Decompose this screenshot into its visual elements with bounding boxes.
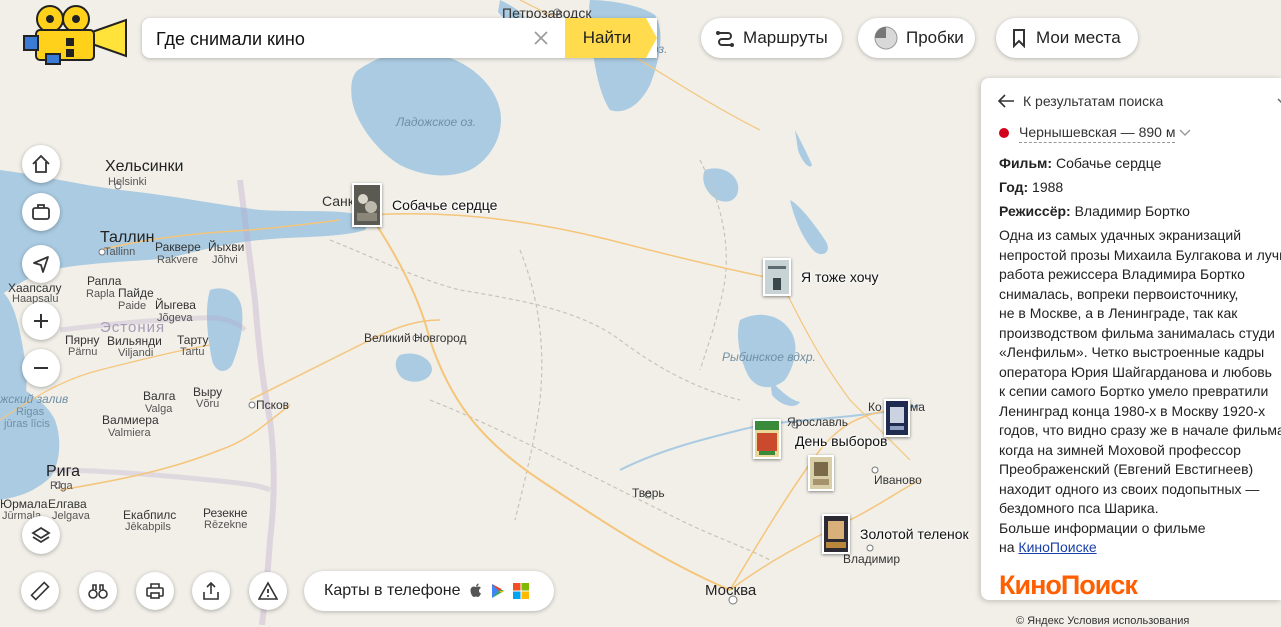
film-poster xyxy=(753,419,781,459)
film-poster xyxy=(808,455,834,491)
zoom-in-button[interactable] xyxy=(22,302,60,340)
kinopoisk-link[interactable]: КиноПоиске xyxy=(1018,539,1096,555)
zoom-out-icon xyxy=(34,367,48,369)
film-marker-yaroslavl-south[interactable] xyxy=(808,455,834,491)
film-poster xyxy=(822,514,850,554)
print-icon xyxy=(146,583,164,599)
clear-icon[interactable] xyxy=(529,26,553,50)
film-marker-sobachye-serdtse[interactable]: Собачье сердце xyxy=(352,183,497,227)
more-info-line: на КиноПоиске xyxy=(999,539,1097,555)
kinopoisk-logo[interactable]: КиноПоиск xyxy=(999,570,1138,600)
print-button[interactable] xyxy=(136,572,174,610)
routes-button[interactable]: Маршруты xyxy=(701,18,842,58)
search-bar: Найти xyxy=(142,18,657,60)
my-places-label: Мои места xyxy=(1036,28,1121,47)
film-marker-zolotoy-telenok[interactable]: Золотой теленок xyxy=(822,514,969,554)
apple-icon xyxy=(470,583,481,597)
chevron-down-icon xyxy=(1277,98,1281,104)
my-places-button[interactable]: Мои места xyxy=(996,18,1138,58)
binoculars-icon xyxy=(88,584,108,599)
metro-label: Чернышевская — 890 м xyxy=(1019,123,1176,144)
traffic-icon xyxy=(874,26,898,50)
locate-button[interactable] xyxy=(22,245,60,283)
work-button[interactable] xyxy=(22,193,60,231)
layers-icon xyxy=(31,526,51,544)
film-marker-ya-tozhe-hochu[interactable]: Я тоже хочу xyxy=(763,258,879,296)
back-arrow-icon xyxy=(997,94,1014,108)
year-field: Год: 1988 xyxy=(999,179,1064,195)
share-icon xyxy=(203,581,219,600)
film-poster xyxy=(884,399,910,437)
ruler-button[interactable] xyxy=(21,572,59,610)
marker-label: Собачье сердце xyxy=(392,197,498,213)
film-title: Собачье сердце xyxy=(1055,155,1162,171)
marker-label: День выборов xyxy=(795,433,888,449)
locate-icon xyxy=(33,256,49,273)
copyright[interactable]: © Яндекс Условия использования xyxy=(1016,615,1189,627)
marker-label: Я тоже хочу xyxy=(801,269,879,285)
home-button[interactable] xyxy=(22,145,60,183)
film-field: Фильм: Собачье сердце xyxy=(999,155,1162,171)
bookmark-icon xyxy=(1013,29,1025,48)
phone-promo-label: Карты в телефоне xyxy=(324,582,461,599)
film-director: Владимир Бортко xyxy=(1074,203,1190,219)
back-to-results-button[interactable]: К результатам поиска xyxy=(981,78,1281,124)
routes-icon xyxy=(716,31,734,47)
play-icon xyxy=(491,584,504,598)
layers-button[interactable] xyxy=(22,516,60,554)
warning-icon xyxy=(258,581,278,600)
home-icon xyxy=(32,154,50,173)
metro-dot-icon xyxy=(999,128,1009,138)
info-panel: К результатам поиска Чернышевская — 890 … xyxy=(981,78,1281,600)
report-button[interactable] xyxy=(249,572,287,610)
windows-icon xyxy=(512,583,529,599)
film-marker-kostroma[interactable] xyxy=(884,399,910,437)
zoom-out-button[interactable] xyxy=(22,349,60,387)
camera-logo-icon[interactable] xyxy=(22,4,132,66)
search-button[interactable]: Найти xyxy=(565,18,657,58)
more-info-text: Больше информации о фильме xyxy=(999,519,1206,536)
film-poster xyxy=(763,258,791,296)
marker-label: Золотой теленок xyxy=(860,526,969,542)
back-label: К результатам поиска xyxy=(1023,93,1164,109)
briefcase-icon xyxy=(32,204,50,220)
film-description: Одна из самых удачных экранизаций непрос… xyxy=(999,227,1281,516)
traffic-button[interactable]: Пробки xyxy=(858,18,975,58)
metro-station[interactable]: Чернышевская — 890 м xyxy=(999,123,1281,144)
ruler-icon xyxy=(30,581,50,601)
film-year: 1988 xyxy=(1032,179,1064,195)
film-poster xyxy=(352,183,382,227)
director-field: Режиссёр: Владимир Бортко xyxy=(999,203,1190,219)
traffic-label: Пробки xyxy=(906,28,964,47)
panorama-button[interactable] xyxy=(79,572,117,610)
zoom-in-icon xyxy=(34,314,48,328)
routes-label: Маршруты xyxy=(743,28,828,47)
search-input[interactable] xyxy=(142,18,538,60)
share-button[interactable] xyxy=(192,572,230,610)
maps-in-phone-promo[interactable]: Карты в телефоне xyxy=(304,571,554,611)
chevron-down-icon xyxy=(1179,129,1191,136)
film-marker-den-vyborov[interactable]: День выборов xyxy=(753,419,888,459)
